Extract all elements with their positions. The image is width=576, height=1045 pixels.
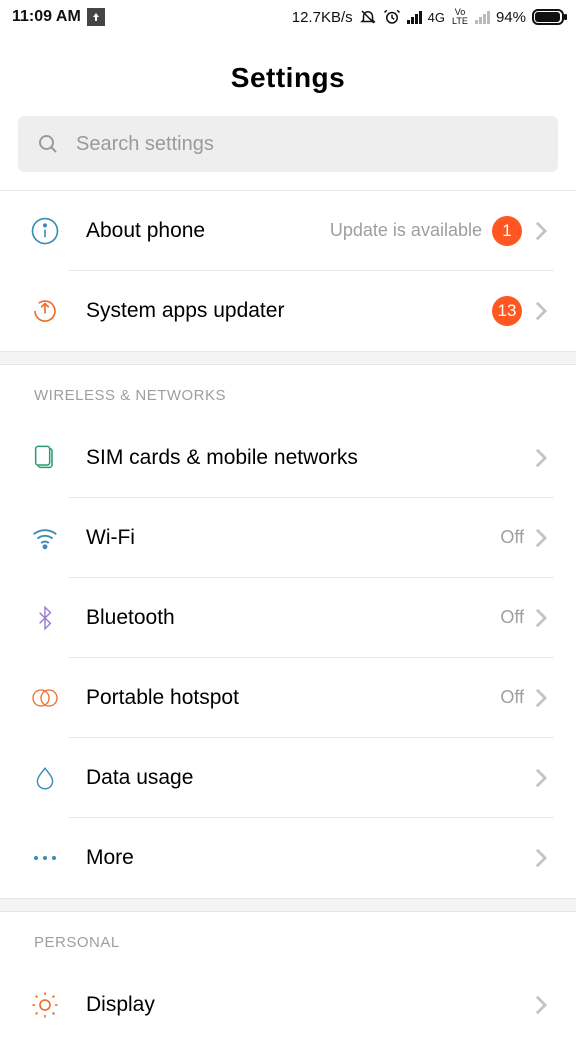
hotspot-icon [22,686,68,710]
row-label: Data usage [86,766,534,790]
status-bar: 11:09 AM 12.7KB/s 4G Vo LTE 94% [0,0,576,34]
row-label: Display [86,993,534,1017]
search-container [0,116,576,190]
section-header-personal: PERSONAL [0,912,576,965]
sim-icon [22,444,68,472]
chevron-right-icon [534,447,548,469]
chevron-right-icon [534,300,548,322]
row-value: Off [500,527,524,548]
bluetooth-icon [22,603,68,633]
battery-percent: 94% [496,9,526,26]
network-type: 4G [428,10,445,25]
signal-bars-2-icon [475,10,490,24]
row-value: Off [500,607,524,628]
chevron-right-icon [534,994,548,1016]
row-data-usage[interactable]: Data usage [0,738,576,818]
status-speed: 12.7KB/s [292,9,353,26]
alarm-icon [383,8,401,26]
update-icon [22,296,68,326]
search-box[interactable] [18,116,558,172]
dnd-icon [359,8,377,26]
section-divider [0,898,576,912]
badge: 1 [492,216,522,246]
row-label: About phone [86,219,330,243]
row-label: SIM cards & mobile networks [86,446,534,470]
volte-icon: Vo LTE [451,8,469,26]
chevron-right-icon [534,220,548,242]
sun-icon [22,990,68,1020]
chevron-right-icon [534,527,548,549]
chevron-right-icon [534,687,548,709]
status-time: 11:09 AM [12,8,81,26]
chevron-right-icon [534,847,548,869]
section-divider [0,351,576,365]
row-portable-hotspot[interactable]: Portable hotspot Off [0,658,576,738]
more-icon [22,854,68,862]
row-sim-cards[interactable]: SIM cards & mobile networks [0,418,576,498]
page-title: Settings [0,34,576,116]
row-display[interactable]: Display [0,965,576,1045]
search-input[interactable] [76,133,540,156]
row-label: Bluetooth [86,606,500,630]
section-header-wireless: WIRELESS & NETWORKS [0,365,576,418]
row-label: More [86,846,534,870]
row-note: Update is available [330,220,482,241]
badge: 13 [492,296,522,326]
row-more[interactable]: More [0,818,576,898]
row-value: Off [500,687,524,708]
search-icon [36,132,60,156]
info-icon [22,216,68,246]
upload-icon [87,8,105,26]
drop-icon [22,763,68,793]
row-bluetooth[interactable]: Bluetooth Off [0,578,576,658]
chevron-right-icon [534,767,548,789]
row-wifi[interactable]: Wi-Fi Off [0,498,576,578]
row-label: Portable hotspot [86,686,500,710]
signal-bars-icon [407,10,422,24]
row-label: Wi-Fi [86,526,500,550]
row-label: System apps updater [86,299,492,323]
wifi-icon [22,523,68,553]
chevron-right-icon [534,607,548,629]
battery-icon [532,9,564,25]
row-about-phone[interactable]: About phone Update is available 1 [0,191,576,271]
row-system-apps-updater[interactable]: System apps updater 13 [0,271,576,351]
